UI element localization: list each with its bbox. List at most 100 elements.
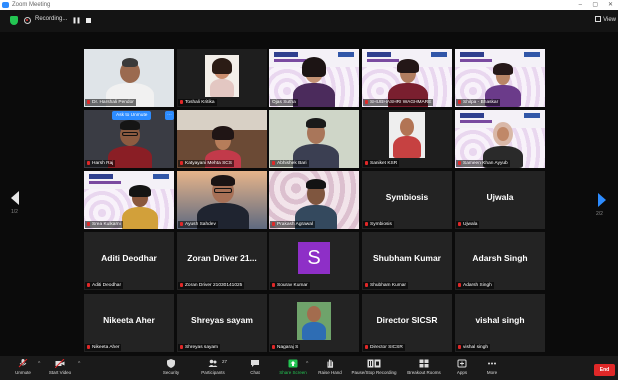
video-tile[interactable]: Ojas Sutha <box>269 49 359 107</box>
video-camera-off-icon <box>55 359 65 368</box>
start-video-button[interactable]: Start Video <box>44 359 76 375</box>
close-icon[interactable]: ✕ <box>608 0 613 10</box>
video-tile[interactable]: vishal singh vishal singh <box>455 294 545 352</box>
video-tile[interactable]: Zoran Driver 21... Zoran Driver 21030141… <box>177 232 267 290</box>
participant-display-name: Zoran Driver 21... <box>187 253 257 263</box>
muted-mic-icon <box>180 283 183 287</box>
video-tile[interactable]: Katyayani Mehta SCS <box>177 110 267 168</box>
more-options-icon[interactable]: ··· <box>165 111 174 120</box>
muted-mic-icon <box>458 345 461 349</box>
participant-hair <box>212 58 232 74</box>
participant-name-label: Shubham Kumar <box>363 282 408 289</box>
participant-name-label: Sameen Khan Ayyub <box>456 160 510 167</box>
view-button[interactable]: View <box>595 16 616 23</box>
more-label: More <box>486 370 498 375</box>
participant-name-label: Harsh Raj <box>85 160 116 167</box>
video-tile[interactable]: Nikeeta Aher Nikeeta Aher <box>84 294 174 352</box>
video-tile[interactable]: Adarsh Singh Adarsh Singh <box>455 232 545 290</box>
video-tile[interactable]: Abhishek Bari <box>269 110 359 168</box>
video-tile[interactable]: Shilpa - Bhaskar <box>455 49 545 107</box>
video-tile[interactable]: Director SICSR Director SICSR <box>362 294 452 352</box>
recording-label: Recording... <box>35 16 68 22</box>
participant-display-name: Ujwala <box>486 192 514 202</box>
participant-hair <box>306 118 326 128</box>
pause-recording-icon[interactable]: ❚❚ <box>72 17 81 24</box>
muted-mic-icon <box>180 345 183 349</box>
participants-count: 27 <box>222 359 228 364</box>
unmute-button[interactable]: Unmute <box>8 359 38 375</box>
zoom-logo-icon <box>2 2 9 8</box>
video-tile[interactable]: SHUBHASHRI WAGHMARE <box>362 49 452 107</box>
video-tile[interactable]: Nagaraj S <box>269 294 359 352</box>
more-dots-icon <box>488 362 496 365</box>
ask-to-unmute-button[interactable]: Ask to Unmute <box>112 111 152 120</box>
participants-label: Participants <box>201 370 225 375</box>
video-tile[interactable]: Ayush Sahdev <box>177 171 267 229</box>
stop-recording-icon[interactable] <box>86 18 91 23</box>
shield-icon <box>167 359 175 368</box>
maximize-icon[interactable]: ▢ <box>592 0 598 10</box>
video-tile[interactable]: Ujwala Ujwala <box>455 171 545 229</box>
muted-mic-icon <box>180 100 183 104</box>
end-meeting-button[interactable]: End <box>594 364 615 376</box>
participant-body <box>393 136 421 158</box>
participant-name-label: vishal singh <box>456 344 491 351</box>
participant-name-label: Sourav Kumar <box>270 282 310 289</box>
participant-face <box>497 127 509 141</box>
participant-hair <box>302 57 326 77</box>
participant-name-label: Zoran Driver 21030141025 <box>178 282 245 289</box>
next-page-arrow-icon[interactable] <box>598 193 606 207</box>
muted-mic-icon <box>87 161 90 165</box>
event-banner <box>84 171 174 189</box>
participant-hair <box>122 58 138 67</box>
video-tile[interactable]: Symbiosis Symbiosis <box>362 171 452 229</box>
chat-button[interactable]: Chat <box>243 359 267 375</box>
video-tile[interactable]: Dr. Harshali Pendor <box>84 49 174 107</box>
muted-mic-icon <box>180 161 183 165</box>
muted-mic-icon <box>365 283 368 287</box>
encryption-shield-icon[interactable] <box>10 16 18 25</box>
participant-face <box>307 306 321 322</box>
security-label: Security <box>162 370 180 375</box>
view-label: View <box>603 17 616 23</box>
more-button[interactable]: More <box>480 359 504 375</box>
participant-name-label: Ayush Sahdev <box>178 221 218 228</box>
share-options-caret-icon[interactable]: ^ <box>306 361 308 367</box>
previous-page-arrow-icon[interactable] <box>11 191 19 205</box>
participant-name-label: Symbiosis <box>363 221 394 228</box>
chat-label: Chat <box>250 370 260 375</box>
breakout-rooms-button[interactable]: Breakout Rooms <box>404 359 444 375</box>
video-tile[interactable]: Shubham Kumar Shubham Kumar <box>362 232 452 290</box>
pause-stop-recording-button[interactable]: Pause/Stop Recording <box>348 359 400 375</box>
apps-button[interactable]: Apps <box>450 359 474 375</box>
video-tile[interactable]: Sameen Khan Ayyub <box>455 110 545 168</box>
breakout-rooms-label: Breakout Rooms <box>407 370 441 375</box>
video-tile[interactable]: Prakash Agrawal <box>269 171 359 229</box>
video-tile[interactable]: S Sourav Kumar <box>269 232 359 290</box>
participant-name-label: Ujwala <box>456 221 480 228</box>
video-tile[interactable]: Saniket KSR <box>362 110 452 168</box>
minimize-icon[interactable]: – <box>579 0 582 10</box>
video-tile[interactable]: Srea Kulkarni <box>84 171 174 229</box>
video-tile[interactable]: Toshali Kritika <box>177 49 267 107</box>
video-tile[interactable]: Aditi Deodhar Aditi Deodhar <box>84 232 174 290</box>
share-screen-button[interactable]: Share Screen <box>276 359 310 375</box>
participant-display-name: Aditi Deodhar <box>101 253 157 263</box>
participant-name-label: Toshali Kritika <box>178 99 217 106</box>
participant-name-label: Shilpa - Bhaskar <box>456 99 501 106</box>
audio-options-caret-icon[interactable]: ^ <box>38 361 40 367</box>
security-button[interactable]: Security <box>156 359 186 375</box>
grid-view-icon <box>595 16 602 22</box>
participant-name-label: Prakash Agrawal <box>270 221 315 228</box>
raise-hand-button[interactable]: Raise Hand <box>314 359 346 375</box>
muted-mic-icon <box>365 345 368 349</box>
participant-hair <box>306 179 326 189</box>
participant-hair <box>397 59 419 73</box>
video-tile[interactable]: Shreyas sayam Shreyas sayam <box>177 294 267 352</box>
muted-mic-icon <box>87 345 90 349</box>
pause-stop-icon <box>367 359 381 368</box>
window-title-bar: Zoom Meeting – ▢ ✕ <box>0 0 618 10</box>
raise-hand-icon <box>327 359 334 368</box>
video-options-caret-icon[interactable]: ^ <box>78 361 80 367</box>
muted-microphone-icon <box>18 359 28 368</box>
